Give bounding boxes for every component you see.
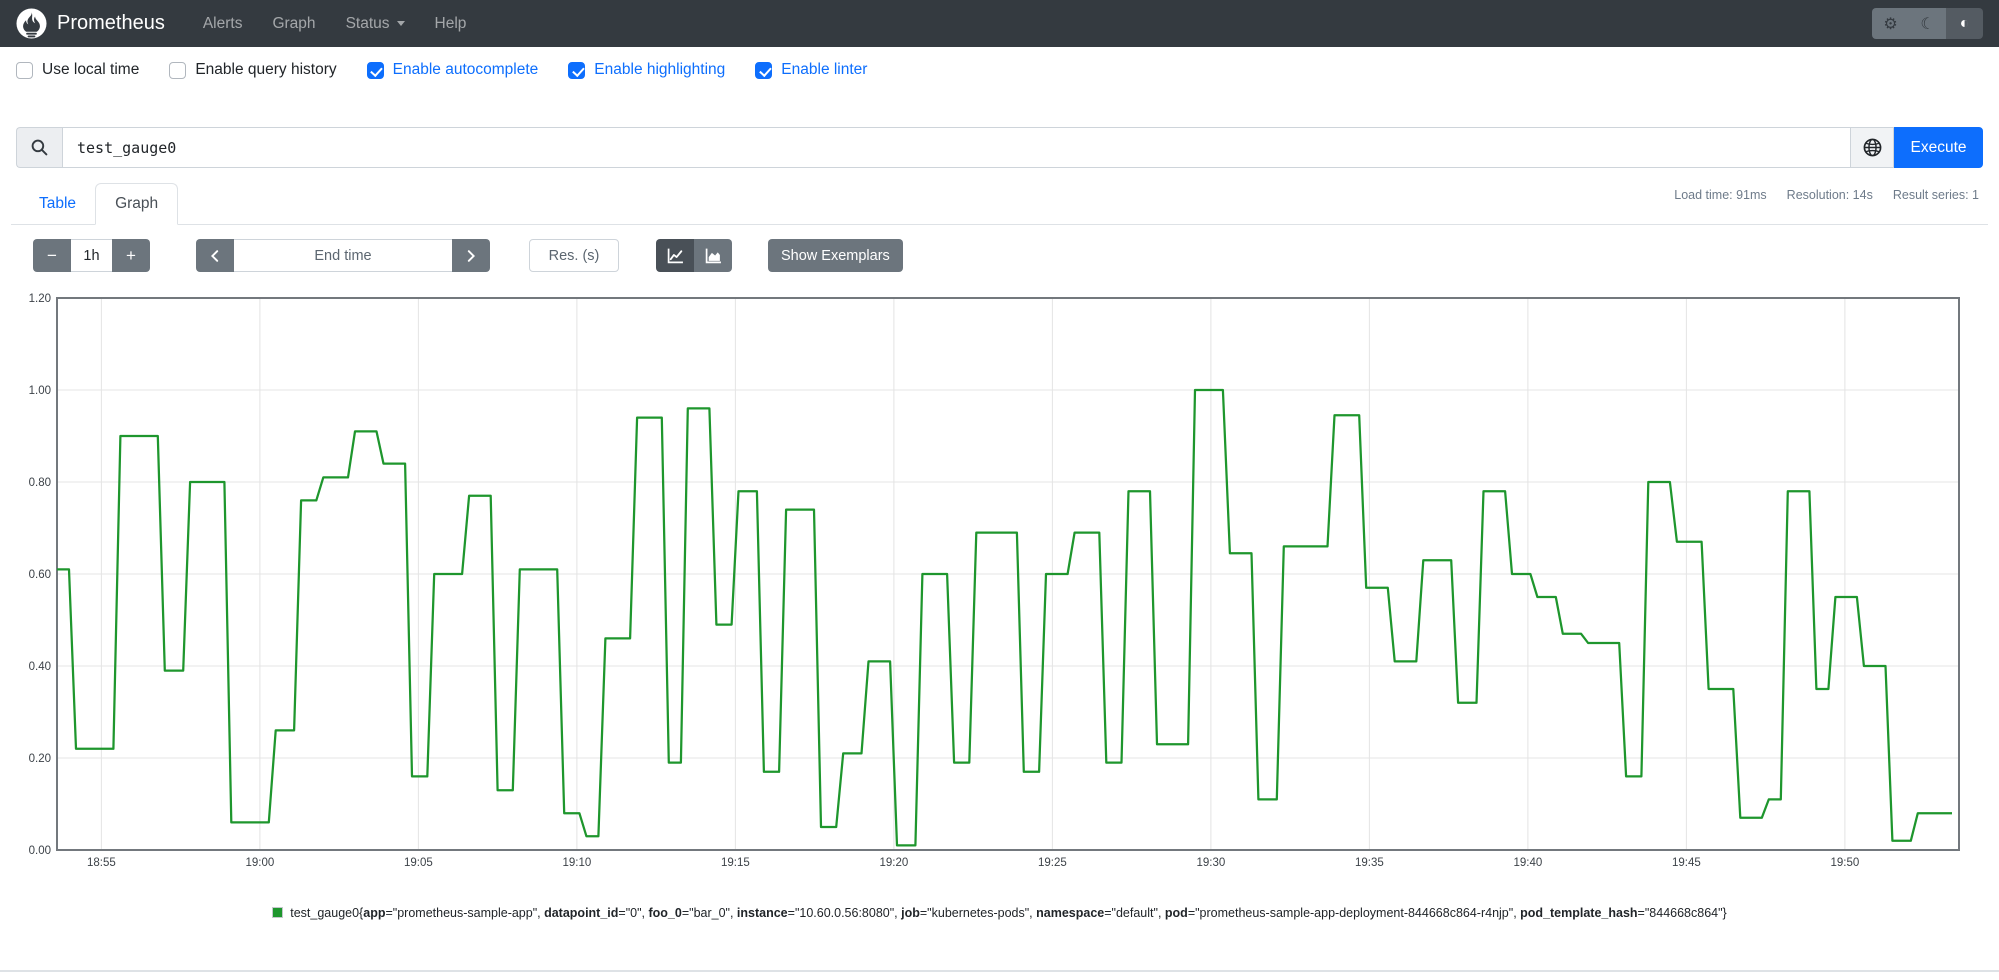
svg-text:0.80: 0.80 [29, 477, 51, 489]
end-time-stepper [196, 239, 490, 272]
checkbox-icon [366, 61, 384, 79]
checkbox-icon [169, 61, 187, 79]
svg-text:1.20: 1.20 [29, 293, 51, 305]
chevron-left-icon [211, 249, 219, 262]
enable-linter-checkbox[interactable]: Enable linter [755, 61, 867, 79]
query-expression-input[interactable] [62, 127, 1850, 168]
nav-alerts[interactable]: Alerts [189, 7, 257, 41]
moon-icon: ☾ [1920, 15, 1935, 33]
nav-help[interactable]: Help [421, 7, 481, 41]
resolution-input[interactable] [529, 239, 619, 272]
dark-theme-button[interactable]: ☾ [1909, 8, 1946, 39]
brand-title: Prometheus [57, 12, 165, 34]
enable-query-history-checkbox[interactable]: Enable query history [169, 61, 337, 79]
chart-area: 0.00 0.20 0.40 0.60 0.80 1.00 1.20 18:55 19:00 19… [25, 288, 1975, 893]
search-addon [16, 127, 62, 168]
range-increase-button[interactable]: + [112, 239, 150, 272]
enable-highlighting-checkbox[interactable]: Enable highlighting [568, 61, 725, 79]
tab-graph[interactable]: Graph [95, 183, 179, 225]
svg-text:19:40: 19:40 [1513, 857, 1542, 869]
svg-text:19:05: 19:05 [404, 857, 433, 869]
checkbox-icon [16, 61, 33, 79]
range-value[interactable]: 1h [71, 239, 112, 272]
execute-button[interactable]: Execute [1894, 127, 1983, 168]
stacked-area-icon [705, 248, 721, 264]
auto-theme-button[interactable]: ◐ [1946, 8, 1983, 39]
query-bar: Execute [16, 127, 1983, 168]
prometheus-brand[interactable]: Prometheus [16, 8, 165, 39]
prometheus-logo-icon [16, 8, 47, 39]
nav-graph[interactable]: Graph [258, 7, 329, 41]
svg-text:0.40: 0.40 [29, 661, 51, 673]
checkbox-icon [568, 61, 586, 79]
graph-controls: − 1h + End time Res. (s) Show Exemplars [11, 225, 1988, 272]
nav-links: Alerts Graph Status Help [189, 7, 481, 41]
line-chart-icon [667, 248, 683, 264]
show-exemplars-button[interactable]: Show Exemplars [768, 239, 903, 272]
tab-table[interactable]: Table [20, 183, 95, 224]
panel-tabs: Table Graph [11, 183, 1988, 225]
line-chart-button[interactable] [656, 239, 694, 272]
chart-legend[interactable]: test_gauge0{app="prometheus-sample-app",… [11, 906, 1988, 920]
end-time-input[interactable] [234, 239, 452, 272]
graph-panel: − 1h + End time Res. (s) Show Exemplars … [11, 225, 1988, 970]
svg-text:0.20: 0.20 [29, 753, 51, 765]
svg-text:19:20: 19:20 [879, 857, 908, 869]
globe-icon [1863, 138, 1881, 157]
nav-status-dropdown[interactable]: Status [332, 7, 419, 41]
svg-text:19:15: 19:15 [721, 857, 750, 869]
theme-toggle-group: ⚙ ☾ ◐ [1872, 8, 1983, 39]
range-decrease-button[interactable]: − [33, 239, 71, 272]
svg-text:0.60: 0.60 [29, 569, 51, 581]
svg-text:19:45: 19:45 [1672, 857, 1701, 869]
navbar: Prometheus Alerts Graph Status Help ⚙ ☾ … [0, 0, 1999, 47]
metrics-explorer-button[interactable] [1850, 127, 1894, 168]
chevron-down-icon [396, 20, 405, 26]
time-forward-button[interactable] [452, 239, 490, 272]
time-back-button[interactable] [196, 239, 234, 272]
series-label: test_gauge0{app="prometheus-sample-app",… [290, 906, 1727, 920]
svg-text:19:00: 19:00 [245, 857, 274, 869]
series-swatch-icon [272, 907, 284, 918]
light-theme-button[interactable]: ⚙ [1872, 8, 1909, 39]
svg-text:18:55: 18:55 [87, 857, 116, 869]
range-stepper: − 1h + [33, 239, 150, 272]
svg-text:19:35: 19:35 [1355, 857, 1384, 869]
svg-text:19:10: 19:10 [562, 857, 591, 869]
panel-divider [0, 970, 1999, 972]
svg-text:0.00: 0.00 [29, 845, 51, 857]
query-options-row: Use local time Enable query history Enab… [16, 61, 897, 79]
checkbox-icon [755, 61, 773, 79]
enable-autocomplete-checkbox[interactable]: Enable autocomplete [366, 61, 538, 79]
chevron-right-icon [467, 249, 475, 262]
use-local-time-checkbox[interactable]: Use local time [16, 61, 139, 79]
auto-contrast-icon: ◐ [1959, 14, 1970, 32]
svg-text:19:30: 19:30 [1196, 857, 1225, 869]
search-icon [31, 139, 48, 156]
sun-icon: ⚙ [1883, 15, 1898, 33]
chart-type-toggle [656, 239, 732, 272]
stacked-chart-button[interactable] [694, 239, 732, 272]
svg-text:1.00: 1.00 [29, 385, 51, 397]
svg-text:19:50: 19:50 [1830, 857, 1859, 869]
svg-text:19:25: 19:25 [1038, 857, 1067, 869]
graph-canvas[interactable]: 0.00 0.20 0.40 0.60 0.80 1.00 1.20 18:55 19:00 19… [25, 288, 1975, 888]
